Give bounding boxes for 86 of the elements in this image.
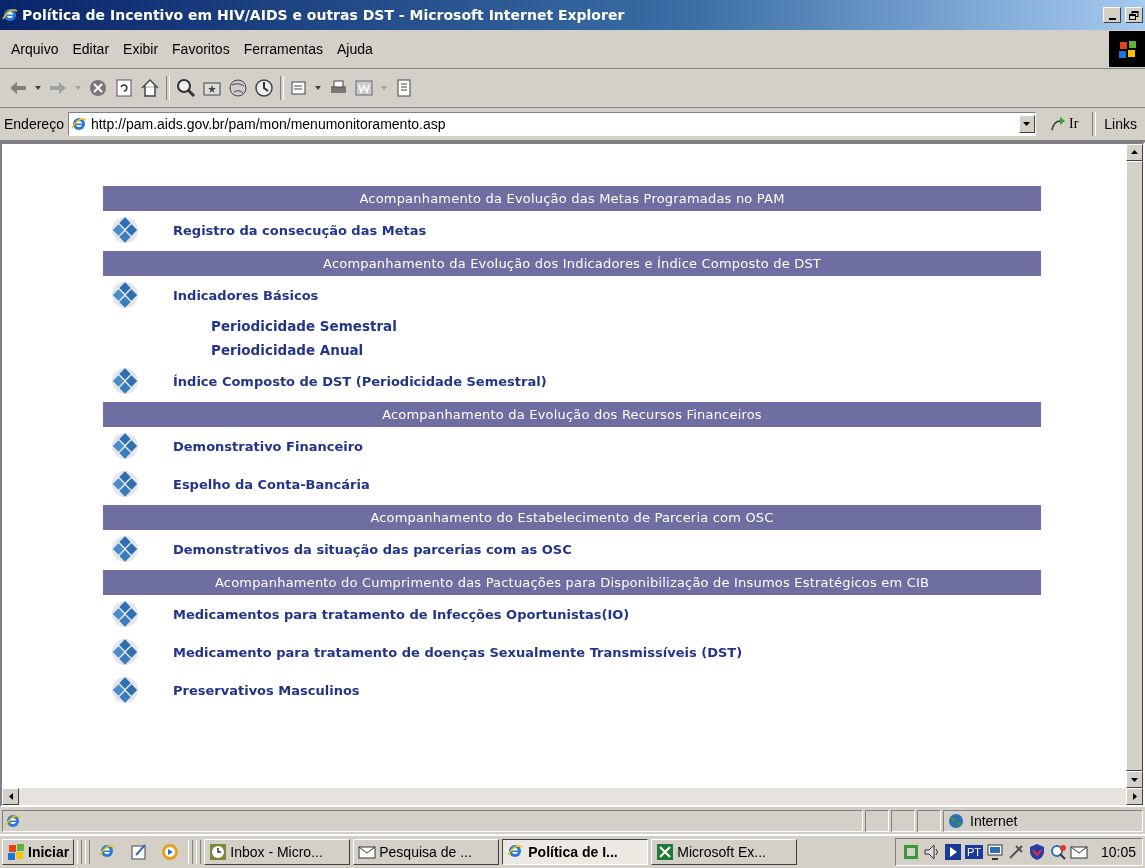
menu-item[interactable]: Editar — [65, 39, 117, 59]
down-arrow-icon — [1131, 777, 1138, 782]
refresh-icon[interactable] — [114, 78, 134, 98]
links-button[interactable]: Links — [1100, 116, 1141, 132]
language-indicator[interactable]: PT — [964, 845, 983, 859]
desktop-icon[interactable] — [130, 843, 149, 861]
menu-item[interactable]: Ajuda — [330, 39, 380, 59]
menu-link[interactable]: Periodicidade Semestral — [211, 318, 397, 334]
diamond-cluster-icon — [111, 432, 139, 460]
clock-icon — [209, 843, 228, 861]
envelope-icon — [358, 843, 377, 861]
edit-icon[interactable] — [354, 78, 374, 98]
menu-link[interactable]: Indicadores Básicos — [173, 287, 319, 303]
minimize-button[interactable] — [1103, 7, 1121, 23]
horizontal-scrollbar[interactable] — [2, 788, 1143, 805]
windows-flag-icon — [7, 843, 25, 861]
minimize-icon — [1108, 17, 1116, 20]
speaker-icon[interactable] — [922, 843, 941, 861]
flag-icon — [1117, 39, 1137, 59]
restore-button[interactable] — [1125, 7, 1143, 23]
status-pane — [891, 809, 915, 832]
section-heading: Acompanhamento do Cumprimento das Pactuações para Disponibilização de Insumos Estratégicos em CIB — [103, 570, 1041, 595]
stop-icon[interactable] — [88, 78, 108, 98]
taskbar-button[interactable]: Política de I... — [502, 839, 649, 865]
start-button[interactable]: Iniciar — [2, 839, 75, 865]
left-arrow-icon — [8, 793, 13, 800]
clock-time: 10:05 — [1100, 844, 1136, 860]
globe-icon — [948, 812, 964, 829]
search-icon[interactable] — [1048, 843, 1067, 861]
history-icon[interactable] — [254, 78, 274, 98]
diamond-cluster-icon — [111, 600, 139, 628]
menu-item[interactable]: Favoritos — [165, 39, 237, 59]
go-arrow-icon — [1050, 116, 1066, 132]
menu-link[interactable]: Espelho da Conta-Bancária — [173, 476, 370, 492]
page-icon — [5, 812, 21, 829]
globe-icon[interactable] — [228, 78, 248, 98]
menu-item[interactable]: Arquivo — [4, 39, 66, 59]
ie-icon — [2, 7, 18, 23]
monitor-icon[interactable] — [985, 843, 1004, 861]
taskbar-button[interactable]: Inbox - Micro... — [204, 839, 351, 865]
mail-icon[interactable] — [290, 78, 308, 98]
menu-link[interactable]: Demonstrativos da situação das parcerias com as OSC — [173, 541, 572, 557]
up-arrow-icon — [1131, 150, 1138, 155]
section-heading: Acompanhamento do Estabelecimento de Parceria com OSC — [103, 505, 1041, 530]
diamond-cluster-icon — [111, 470, 139, 498]
status-pane — [917, 809, 941, 832]
page-icon — [70, 116, 87, 132]
play-icon[interactable] — [943, 843, 962, 861]
section-heading: Acompanhamento da Evolução dos Recursos Financeiros — [103, 402, 1041, 427]
caret-icon — [1023, 122, 1031, 126]
menu-item[interactable]: Exibir — [116, 39, 166, 59]
menu-link[interactable]: Registro da consecução das Metas — [173, 222, 427, 238]
taskbar-button[interactable]: Microsoft Ex... — [651, 839, 798, 865]
dropdown-button[interactable] — [1019, 115, 1035, 133]
taskbar-button[interactable]: Pesquisa de ... — [353, 839, 500, 865]
zone-label: Internet — [970, 812, 1018, 829]
menu-link[interactable]: Medicamento para tratamento de doenças Sexualmente Transmissíveis (DST) — [173, 644, 743, 660]
diamond-cluster-icon — [111, 216, 139, 244]
envelope-icon[interactable] — [1069, 843, 1088, 861]
menu-link[interactable]: Preservativos Masculinos — [173, 682, 360, 698]
diamond-cluster-icon — [111, 638, 139, 666]
section-heading: Acompanhamento da Evolução das Metas Programadas no PAM — [103, 186, 1041, 211]
address-label: Endereço — [4, 116, 64, 132]
spreadsheet-icon — [656, 843, 675, 861]
media-player-icon[interactable] — [161, 843, 180, 861]
menu-link[interactable]: Índice Composto de DST (Periodicidade Semestral) — [173, 373, 547, 389]
diamond-cluster-icon — [111, 281, 139, 309]
diamond-cluster-icon — [111, 367, 139, 395]
address-field[interactable]: http://pam.aids.gov.br/pam/mon/menumonitoramento.asp — [67, 112, 1036, 136]
menu-link[interactable]: Demonstrativo Financeiro — [173, 438, 364, 454]
section-heading: Acompanhamento da Evolução dos Indicadores e Índice Composto de DST — [103, 251, 1041, 276]
document-icon[interactable] — [394, 78, 414, 98]
go-button[interactable]: Ir — [1040, 116, 1089, 132]
menu-link[interactable]: Periodicidade Anual — [211, 342, 364, 358]
search-icon[interactable] — [176, 78, 196, 98]
vertical-scrollbar[interactable] — [1126, 144, 1143, 788]
status-pane — [865, 809, 889, 832]
window-title: Política de Incentivo em HIV/AIDS e outras DST - Microsoft Internet Explorer — [22, 7, 626, 23]
right-arrow-icon — [1132, 793, 1137, 800]
diamond-cluster-icon — [111, 676, 139, 704]
diamond-cluster-icon — [111, 535, 139, 563]
shield-icon[interactable] — [1027, 843, 1046, 861]
menu-link[interactable]: Medicamentos para tratamento de Infecções Oportunistas(IO) — [173, 606, 630, 622]
menu-item[interactable]: Ferramentas — [236, 39, 330, 59]
home-icon[interactable] — [140, 78, 160, 98]
restore-icon — [1129, 10, 1139, 20]
